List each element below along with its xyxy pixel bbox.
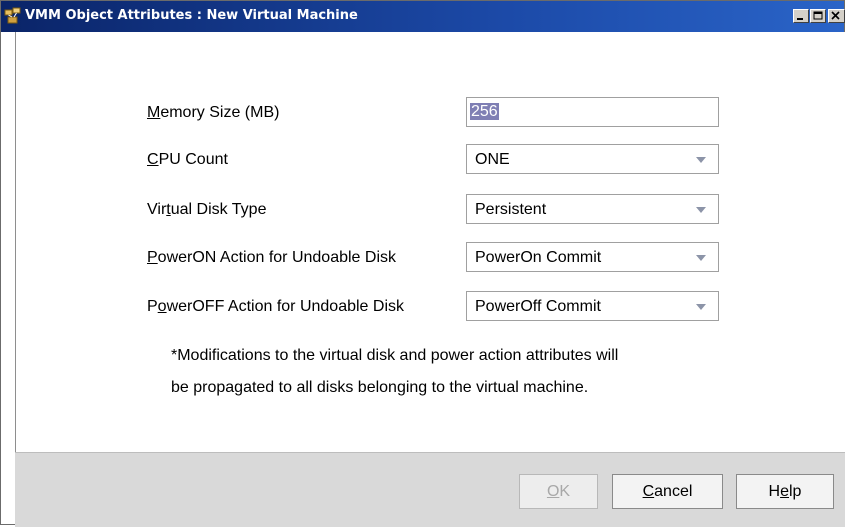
- chevron-down-icon: [696, 304, 706, 310]
- minimize-icon: [797, 18, 803, 20]
- poweron-action-value: PowerOn Commit: [475, 249, 602, 266]
- cpu-count-value: ONE: [475, 151, 510, 168]
- chevron-down-icon: [696, 157, 706, 163]
- help-button[interactable]: Help: [736, 474, 834, 509]
- minimize-button[interactable]: [793, 9, 809, 23]
- poweroff-action-value: PowerOff Commit: [475, 298, 601, 315]
- maximize-button[interactable]: [810, 9, 826, 23]
- memory-size-label: Memory Size (MB): [147, 104, 280, 121]
- note-line-2: be propagated to all disks belonging to …: [171, 379, 589, 396]
- maximize-icon: [813, 11, 823, 20]
- poweron-action-label: PowerON Action for Undoable Disk: [147, 249, 396, 266]
- virtual-disk-type-label: Virtual Disk Type: [147, 201, 267, 218]
- poweroff-action-select[interactable]: PowerOff Commit: [466, 291, 719, 321]
- poweroff-action-label: PowerOFF Action for Undoable Disk: [147, 298, 404, 315]
- note-line-1: *Modifications to the virtual disk and p…: [171, 347, 619, 364]
- virtual-disk-type-value: Persistent: [475, 201, 547, 218]
- chevron-down-icon: [696, 255, 706, 261]
- dialog-window: VMM Object Attributes : New Virtual Mach…: [0, 0, 845, 527]
- button-bar: OK Cancel Help: [15, 452, 845, 527]
- title-bar[interactable]: VMM Object Attributes : New Virtual Mach…: [1, 1, 845, 32]
- cancel-button[interactable]: Cancel: [612, 474, 723, 509]
- vmm-app-icon: [4, 7, 21, 24]
- virtual-disk-type-select[interactable]: Persistent: [466, 194, 719, 224]
- ok-button[interactable]: OK: [519, 474, 598, 509]
- memory-size-value: 256: [470, 103, 499, 120]
- memory-size-input[interactable]: 256: [466, 97, 719, 127]
- cpu-count-label: CPU Count: [147, 151, 228, 168]
- chevron-down-icon: [696, 207, 706, 213]
- cpu-count-select[interactable]: ONE: [466, 144, 719, 174]
- close-icon: [831, 11, 840, 20]
- poweron-action-select[interactable]: PowerOn Commit: [466, 242, 719, 272]
- close-button[interactable]: [828, 9, 845, 23]
- window-title: VMM Object Attributes : New Virtual Mach…: [25, 8, 358, 23]
